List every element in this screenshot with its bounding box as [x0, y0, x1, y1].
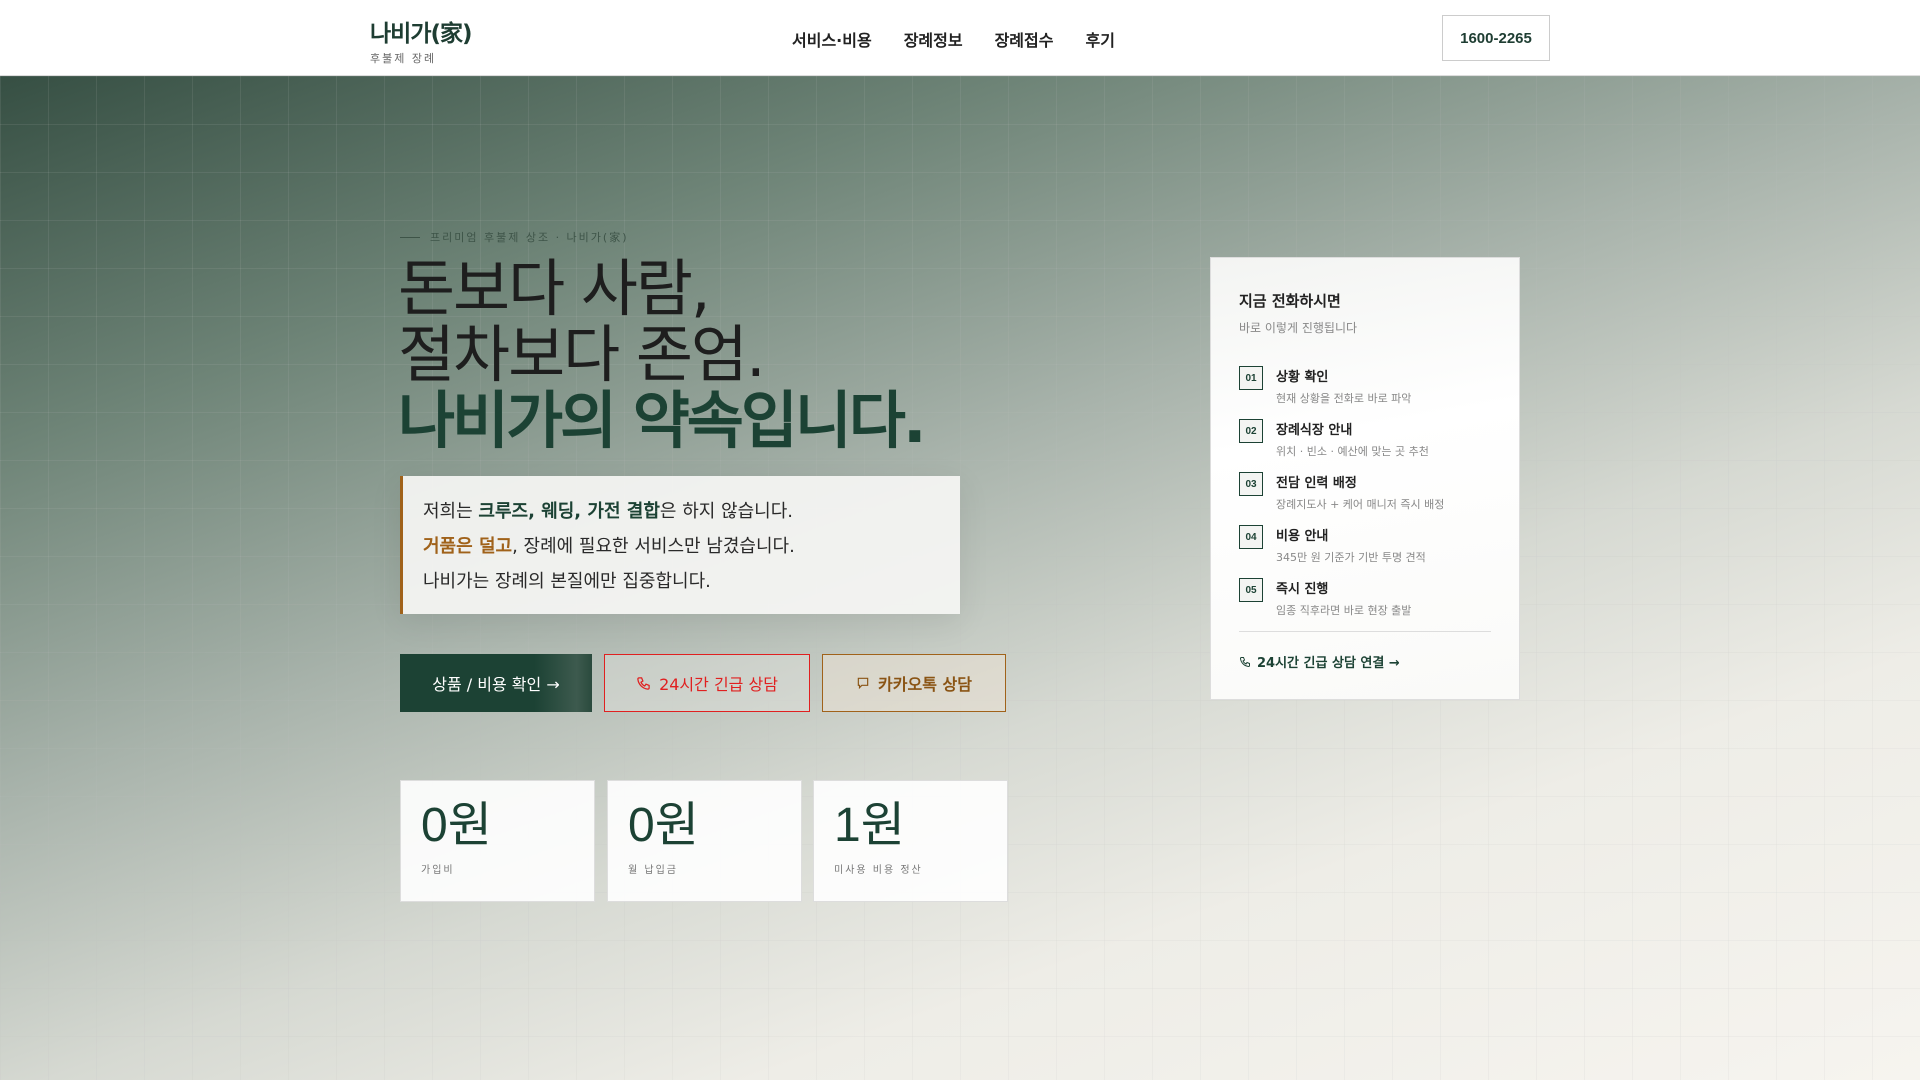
step-item: 05 즉시 진행임종 직후라면 바로 현장 출발 — [1239, 578, 1491, 631]
quote-accent: 거품은 덜고 — [423, 536, 513, 557]
step-item: 03 전담 인력 배정장례지도사 + 케어 매니저 즉시 배정 — [1239, 472, 1491, 525]
stat-card: 0원월 납입금 — [607, 780, 802, 902]
phone-icon — [1239, 656, 1250, 667]
nav-info[interactable]: 장례정보 — [904, 27, 963, 51]
grid-background — [0, 76, 1920, 1080]
stat-value: 0원 — [421, 799, 492, 852]
divider — [1239, 631, 1491, 632]
card-title: 지금 전화하시면 — [1239, 292, 1341, 310]
nav-reviews[interactable]: 후기 — [1085, 27, 1114, 51]
card-subtitle: 바로 이렇게 진행됩니다 — [1239, 321, 1358, 335]
step-number: 01 — [1239, 366, 1263, 390]
quote-box: 저희는 크루즈, 웨딩, 가전 결합은 하지 않습니다. 거품은 덜고, 장례에… — [400, 476, 960, 614]
quote-text: 나비가는 장례의 본질에만 집중합니다. — [423, 571, 711, 592]
phone-icon — [637, 676, 650, 690]
step-number: 05 — [1239, 578, 1263, 602]
main-nav: 서비스·비용 장례정보 장례접수 후기 — [792, 27, 1115, 51]
headline-line2: 절차보다 존엄. — [398, 318, 766, 391]
emergency-call-link[interactable]: 24시간 긴급 상담 연결 → — [1239, 652, 1491, 671]
step-title: 즉시 진행 — [1276, 582, 1329, 597]
products-button[interactable]: 상품 / 비용 확인 → — [400, 654, 592, 712]
step-number: 03 — [1239, 472, 1263, 496]
quote-text: 저희는 — [423, 501, 479, 522]
step-title: 전담 인력 배정 — [1276, 476, 1357, 491]
stat-label: 월 납입금 — [628, 865, 678, 876]
stat-card: 1원미사용 비용 정산 — [813, 780, 1008, 902]
eyebrow-line — [400, 236, 420, 238]
step-item: 01 상황 확인현재 상황을 전화로 바로 파악 — [1239, 366, 1491, 419]
logo-title: 나비가(家) — [370, 21, 473, 47]
step-item: 04 비용 안내 345만 원 기준가 기반 투명 견적 — [1239, 525, 1491, 578]
emergency-label: 24시간 긴급 상담 — [659, 675, 778, 694]
step-number: 02 — [1239, 419, 1263, 443]
stat-value: 0원 — [628, 799, 699, 852]
step-number: 04 — [1239, 525, 1263, 549]
logo[interactable]: 나비가(家) 후불제 장례 — [370, 14, 473, 66]
step-title: 상황 확인 — [1276, 370, 1329, 385]
hero: 프리미엄 후불제 상조 · 나비가(家) 돈보다 사람, 절차보다 존엄. 나비… — [0, 76, 1920, 1080]
step-desc: 임종 직후라면 바로 현장 출발 — [1276, 604, 1412, 617]
emergency-button[interactable]: 24시간 긴급 상담 — [604, 654, 810, 712]
step-desc: 장례지도사 + 케어 매니저 즉시 배정 — [1276, 498, 1445, 511]
headline-line3: 나비가의 약속입니다. — [398, 384, 926, 457]
kakao-button[interactable]: 카카오톡 상담 — [822, 654, 1006, 712]
steps-list: 01 상황 확인현재 상황을 전화로 바로 파악 02 장례식장 안내위치 · 빈소… — [1239, 366, 1491, 631]
quote-text: , 장례에 필요한 서비스만 남겼습니다. — [512, 536, 795, 557]
step-desc: 345만 원 기준가 기반 투명 견적 — [1276, 551, 1426, 564]
stat-card: 0원가입비 — [400, 780, 595, 902]
eyebrow-text: 프리미엄 후불제 상조 · 나비가(家) — [430, 231, 629, 244]
headline: 돈보다 사람, 절차보다 존엄. 나비가의 약속입니다. — [398, 252, 926, 457]
nav-services[interactable]: 서비스·비용 — [792, 27, 872, 51]
quote-text: 은 하지 않습니다. — [659, 501, 794, 522]
phone-button[interactable]: 1600-2265 — [1442, 15, 1550, 61]
headline-line1: 돈보다 사람, — [398, 252, 711, 325]
stat-label: 미사용 비용 정산 — [834, 865, 923, 876]
header: 나비가(家) 후불제 장례 서비스·비용 장례정보 장례접수 후기 1600-2… — [0, 0, 1920, 76]
step-title: 비용 안내 — [1276, 529, 1329, 544]
step-desc: 현재 상황을 전화로 바로 파악 — [1276, 392, 1412, 405]
nav-reception[interactable]: 장례접수 — [995, 27, 1054, 51]
kakao-label: 카카오톡 상담 — [878, 675, 972, 694]
call-label: 24시간 긴급 상담 연결 → — [1257, 656, 1400, 671]
process-card: 지금 전화하시면 바로 이렇게 진행됩니다 01 상황 확인현재 상황을 전화로 … — [1210, 257, 1520, 700]
chat-icon — [857, 677, 869, 690]
logo-subtitle: 후불제 장례 — [370, 52, 437, 65]
quote-highlight: 크루즈, 웨딩, 가전 결합 — [478, 501, 660, 522]
step-item: 02 장례식장 안내위치 · 빈소 · 예산에 맞는 곳 추천 — [1239, 419, 1491, 472]
eyebrow: 프리미엄 후불제 상조 · 나비가(家) — [400, 229, 629, 245]
stat-value: 1원 — [834, 799, 905, 852]
step-desc: 위치 · 빈소 · 예산에 맞는 곳 추천 — [1276, 445, 1429, 458]
step-title: 장례식장 안내 — [1276, 423, 1353, 438]
stat-label: 가입비 — [421, 865, 455, 876]
